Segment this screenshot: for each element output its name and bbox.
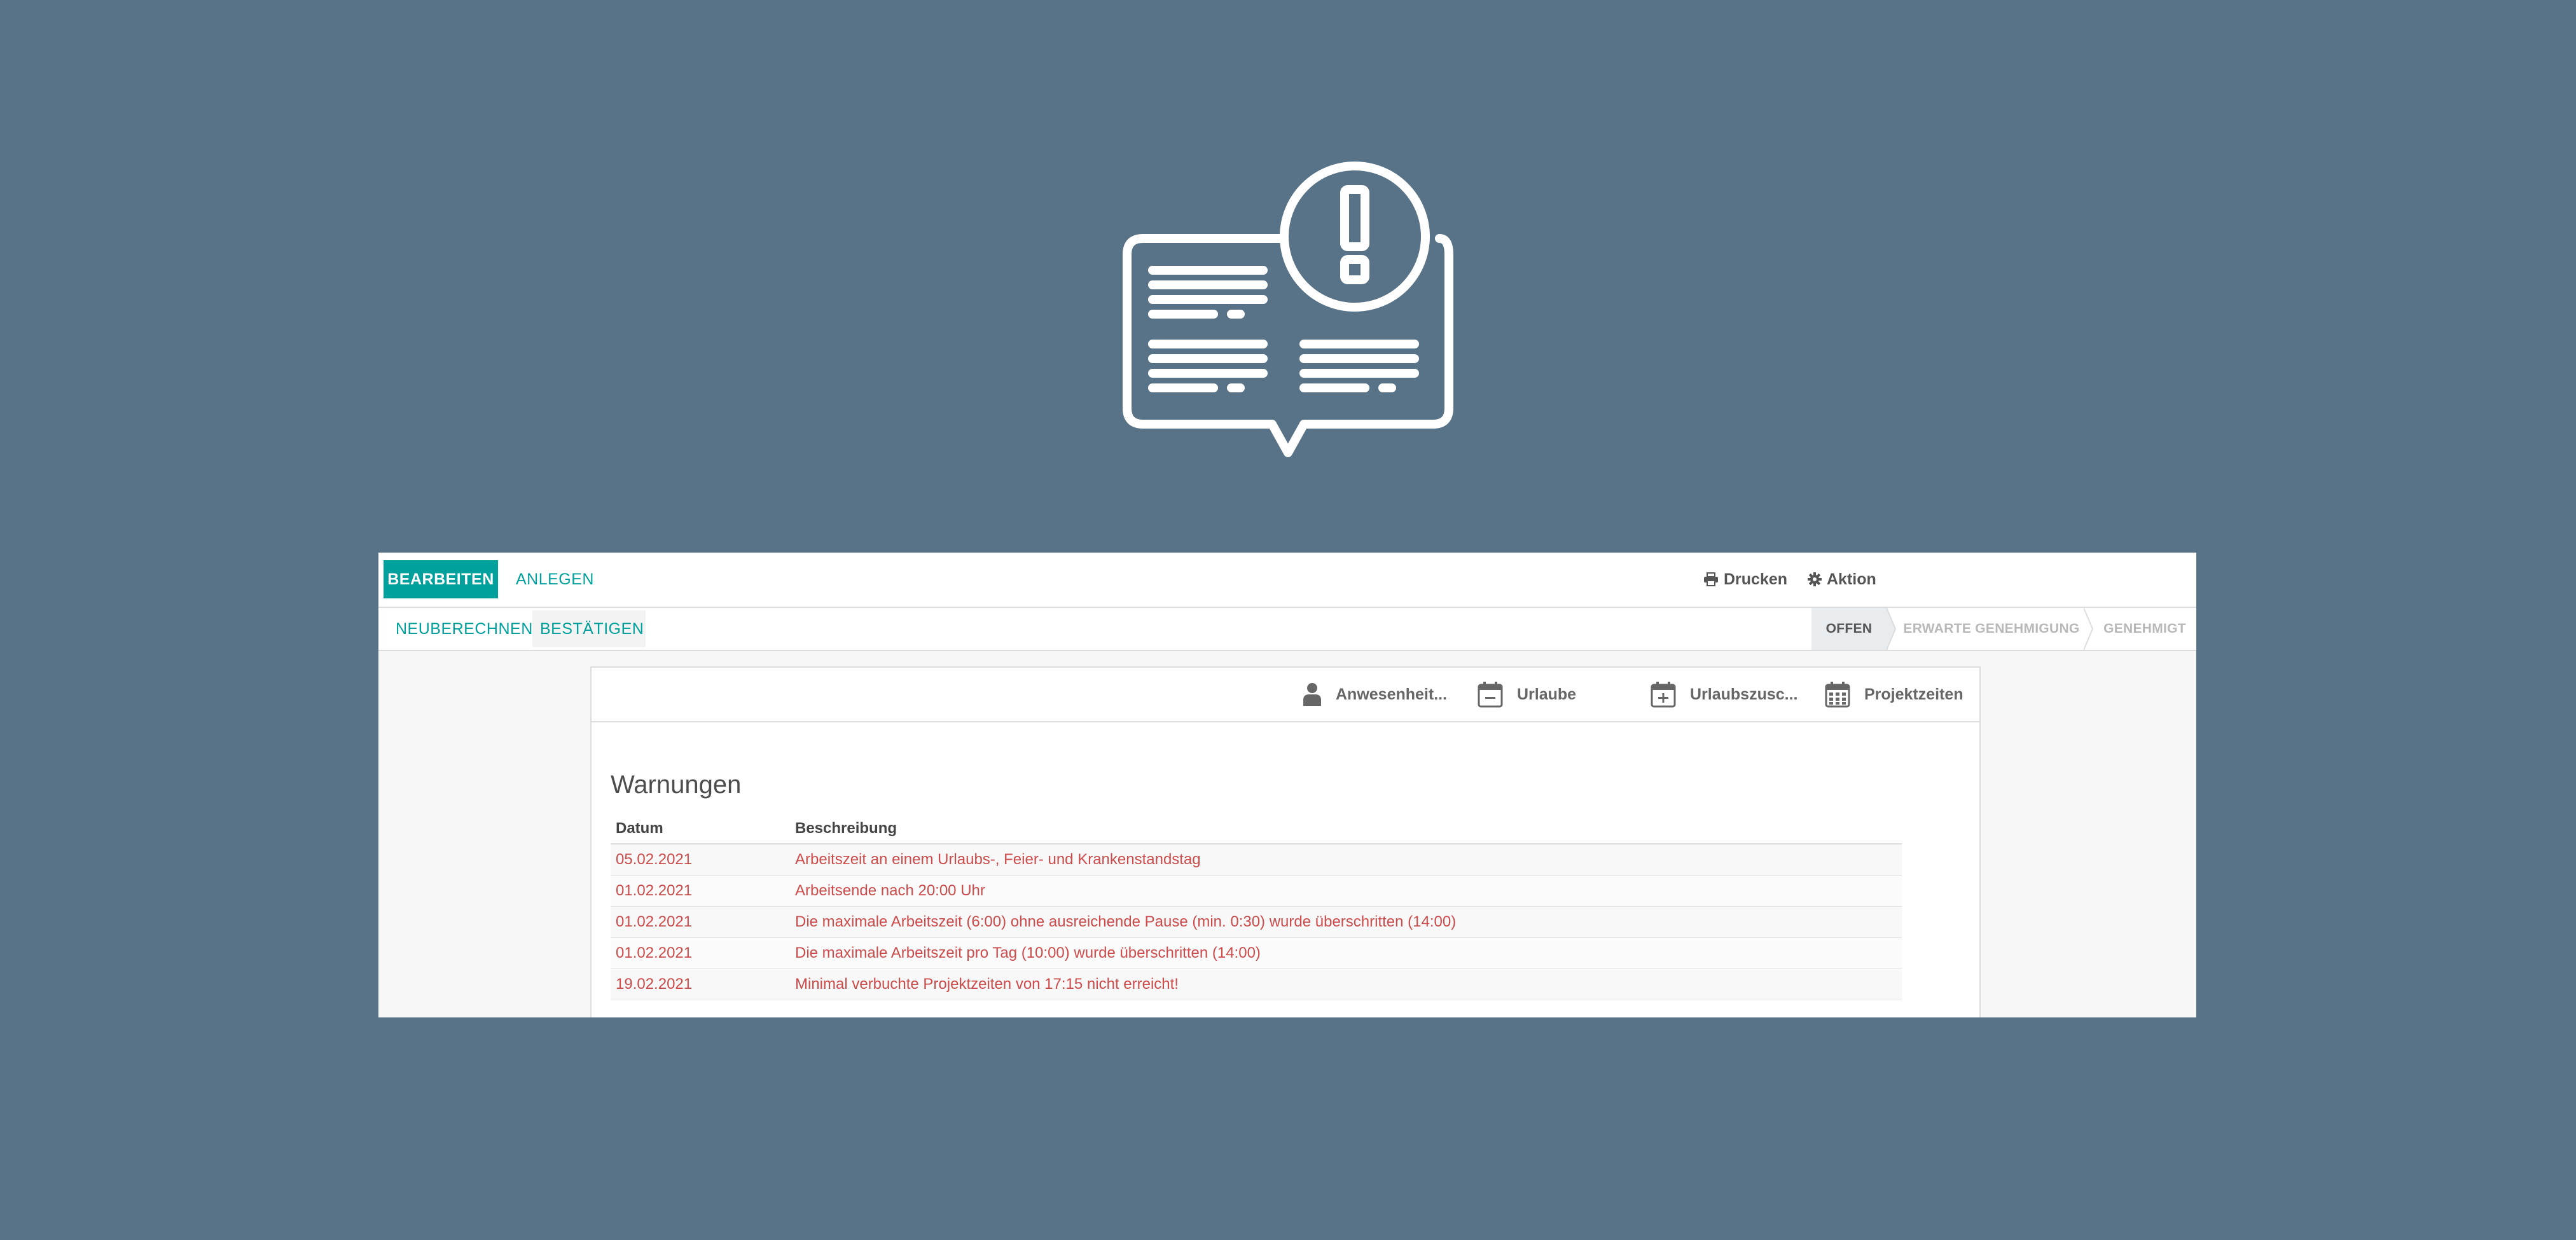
user-icon (1303, 683, 1321, 706)
app-window: BEARBEITEN ANLEGEN Drucken Aktion NEUBER… (378, 553, 2196, 1017)
action-menu[interactable]: Aktion (1808, 560, 1876, 598)
create-button[interactable]: ANLEGEN (511, 560, 599, 598)
warning-message-icon (1123, 162, 1453, 457)
table-header-row: Datum Beschreibung (611, 814, 1902, 844)
vacations-smart-button[interactable]: Urlaube (1478, 668, 1576, 721)
project-times-smart-button[interactable]: Projektzeiten (1825, 668, 1963, 721)
status-bar: NEUBERECHNEN BESTÄTIGEN OFFEN ERWARTE GE… (378, 608, 2196, 651)
warning-date: 01.02.2021 (611, 906, 790, 938)
table-row[interactable]: 19.02.2021 Minimal verbuchte Projektzeit… (611, 968, 1902, 1000)
warnings-table: Datum Beschreibung 05.02.2021 Arbeitszei… (611, 814, 1902, 1000)
warning-description: Arbeitszeit an einem Urlaubs-, Feier- un… (790, 844, 1902, 876)
stage-separator (2084, 608, 2094, 650)
calendar-minus-icon (1478, 682, 1503, 708)
recompute-button[interactable]: NEUBERECHNEN (388, 610, 541, 647)
confirm-button[interactable]: BESTÄTIGEN (532, 610, 646, 647)
attendance-label: Anwesenheit... (1336, 685, 1448, 703)
column-header-date[interactable]: Datum (611, 814, 790, 844)
control-panel: BEARBEITEN ANLEGEN Drucken Aktion (378, 553, 2196, 608)
stage-open[interactable]: OFFEN (1811, 608, 1887, 650)
edit-button[interactable]: BEARBEITEN (384, 560, 498, 598)
table-row[interactable]: 05.02.2021 Arbeitszeit an einem Urlaubs-… (611, 844, 1902, 876)
vacation-allowance-label: Urlaubszusc... (1690, 685, 1798, 703)
warning-description: Die maximale Arbeitszeit pro Tag (10:00)… (790, 937, 1902, 969)
table-row[interactable]: 01.02.2021 Arbeitsende nach 20:00 Uhr (611, 875, 1902, 907)
vacation-allowance-smart-button[interactable]: Urlaubszusc... (1651, 668, 1798, 721)
stage-separator (1887, 608, 1897, 650)
form-sheet: Anwesenheit... Urlaube Urlaubszusc... Pr… (590, 666, 1981, 1017)
vacations-label: Urlaube (1517, 685, 1577, 703)
warning-date: 05.02.2021 (611, 844, 790, 876)
warning-description: Arbeitsende nach 20:00 Uhr (790, 875, 1902, 907)
project-times-label: Projektzeiten (1864, 685, 1963, 703)
warning-date: 19.02.2021 (611, 968, 790, 1000)
calendar-plus-icon (1651, 682, 1676, 708)
print-menu[interactable]: Drucken (1703, 560, 1787, 598)
gear-icon (1808, 572, 1822, 586)
stage-awaiting-approval[interactable]: ERWARTE GENEHMIGUNG (1899, 608, 2084, 650)
print-icon (1704, 572, 1718, 586)
column-header-description[interactable]: Beschreibung (790, 814, 1902, 844)
print-label: Drucken (1724, 570, 1788, 588)
warning-description: Die maximale Arbeitszeit (6:00) ohne aus… (790, 906, 1902, 938)
stage-approved[interactable]: GENEHMIGT (2096, 608, 2193, 650)
action-label: Aktion (1827, 570, 1876, 588)
warning-date: 01.02.2021 (611, 875, 790, 907)
warning-date: 01.02.2021 (611, 937, 790, 969)
table-row[interactable]: 01.02.2021 Die maximale Arbeitszeit (6:0… (611, 906, 1902, 938)
table-row[interactable]: 01.02.2021 Die maximale Arbeitszeit pro … (611, 937, 1902, 969)
warnings-title: Warnungen (611, 771, 742, 799)
smart-button-box: Anwesenheit... Urlaube Urlaubszusc... Pr… (592, 668, 1979, 722)
warning-description: Minimal verbuchte Projektzeiten von 17:1… (790, 968, 1902, 1000)
calendar-grid-icon (1825, 682, 1850, 708)
attendance-smart-button[interactable]: Anwesenheit... (1303, 668, 1447, 721)
